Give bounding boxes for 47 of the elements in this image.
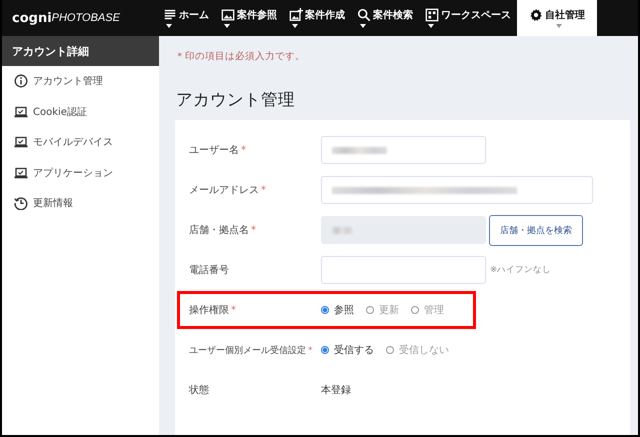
logo: cogniPHOTOBASE bbox=[11, 10, 121, 28]
sidebar-item[interactable]: 更新情報 bbox=[2, 188, 159, 218]
phone-field[interactable] bbox=[321, 256, 486, 284]
nav-tab[interactable]: 案件参照 bbox=[215, 0, 283, 36]
sidebar-item[interactable]: Cookie認証 bbox=[2, 96, 159, 127]
text-field[interactable] bbox=[321, 136, 486, 164]
required-notice: ＊印の項目は必須入力です。 bbox=[175, 50, 306, 63]
laptop-icon bbox=[14, 166, 28, 180]
nav-tab[interactable]: 案件検索 bbox=[351, 0, 419, 36]
nav-tab[interactable]: ワークスペース bbox=[419, 0, 517, 36]
caret-icon bbox=[428, 24, 434, 28]
field-note: ※ハイフンなし bbox=[490, 264, 552, 276]
sidebar-title: アカウント詳細 bbox=[2, 36, 159, 66]
nav-tab[interactable]: ホーム bbox=[157, 0, 215, 36]
settings-icon bbox=[529, 8, 543, 22]
sidebar-item[interactable]: アプリケーション bbox=[2, 158, 159, 188]
info-icon bbox=[14, 74, 28, 88]
radio-option[interactable]: 参照 bbox=[321, 303, 354, 317]
email-field[interactable] bbox=[321, 176, 593, 204]
nav-tab[interactable]: 自社管理 bbox=[517, 0, 597, 36]
caret-icon bbox=[292, 24, 298, 28]
sidebar-item[interactable]: アカウント管理 bbox=[2, 66, 159, 96]
field-label: 店舗・拠点名 * bbox=[189, 224, 257, 237]
field-label: 電話番号 bbox=[189, 264, 230, 277]
sidebar-item[interactable]: モバイルデバイス bbox=[2, 127, 159, 158]
radio-option[interactable]: 受信する bbox=[321, 343, 374, 357]
search-button[interactable]: 店舗・拠点を検索 bbox=[489, 214, 583, 246]
caret-icon bbox=[360, 24, 366, 28]
laptop-icon bbox=[14, 135, 28, 150]
image-plus-icon bbox=[289, 8, 303, 22]
laptop-icon bbox=[14, 104, 28, 119]
field-label: 操作権限 * bbox=[189, 304, 237, 317]
clock-icon bbox=[14, 196, 28, 210]
caret-icon bbox=[224, 24, 230, 28]
page-heading: アカウント管理 bbox=[176, 89, 296, 111]
grid-icon bbox=[425, 8, 439, 22]
nav-tab[interactable]: 案件作成 bbox=[283, 0, 351, 36]
caret-icon bbox=[166, 24, 172, 28]
field-label: ユーザー個別メール受信設定 * bbox=[189, 344, 314, 356]
image-icon bbox=[221, 8, 235, 22]
list-icon bbox=[163, 8, 177, 22]
caret-icon bbox=[556, 24, 562, 28]
field-label: メールアドレス * bbox=[189, 184, 267, 197]
search-icon bbox=[357, 8, 371, 22]
field-label: 状態 bbox=[189, 384, 210, 397]
field-label: ユーザー名 * bbox=[189, 144, 247, 157]
field-value: 本登録 bbox=[321, 384, 351, 397]
